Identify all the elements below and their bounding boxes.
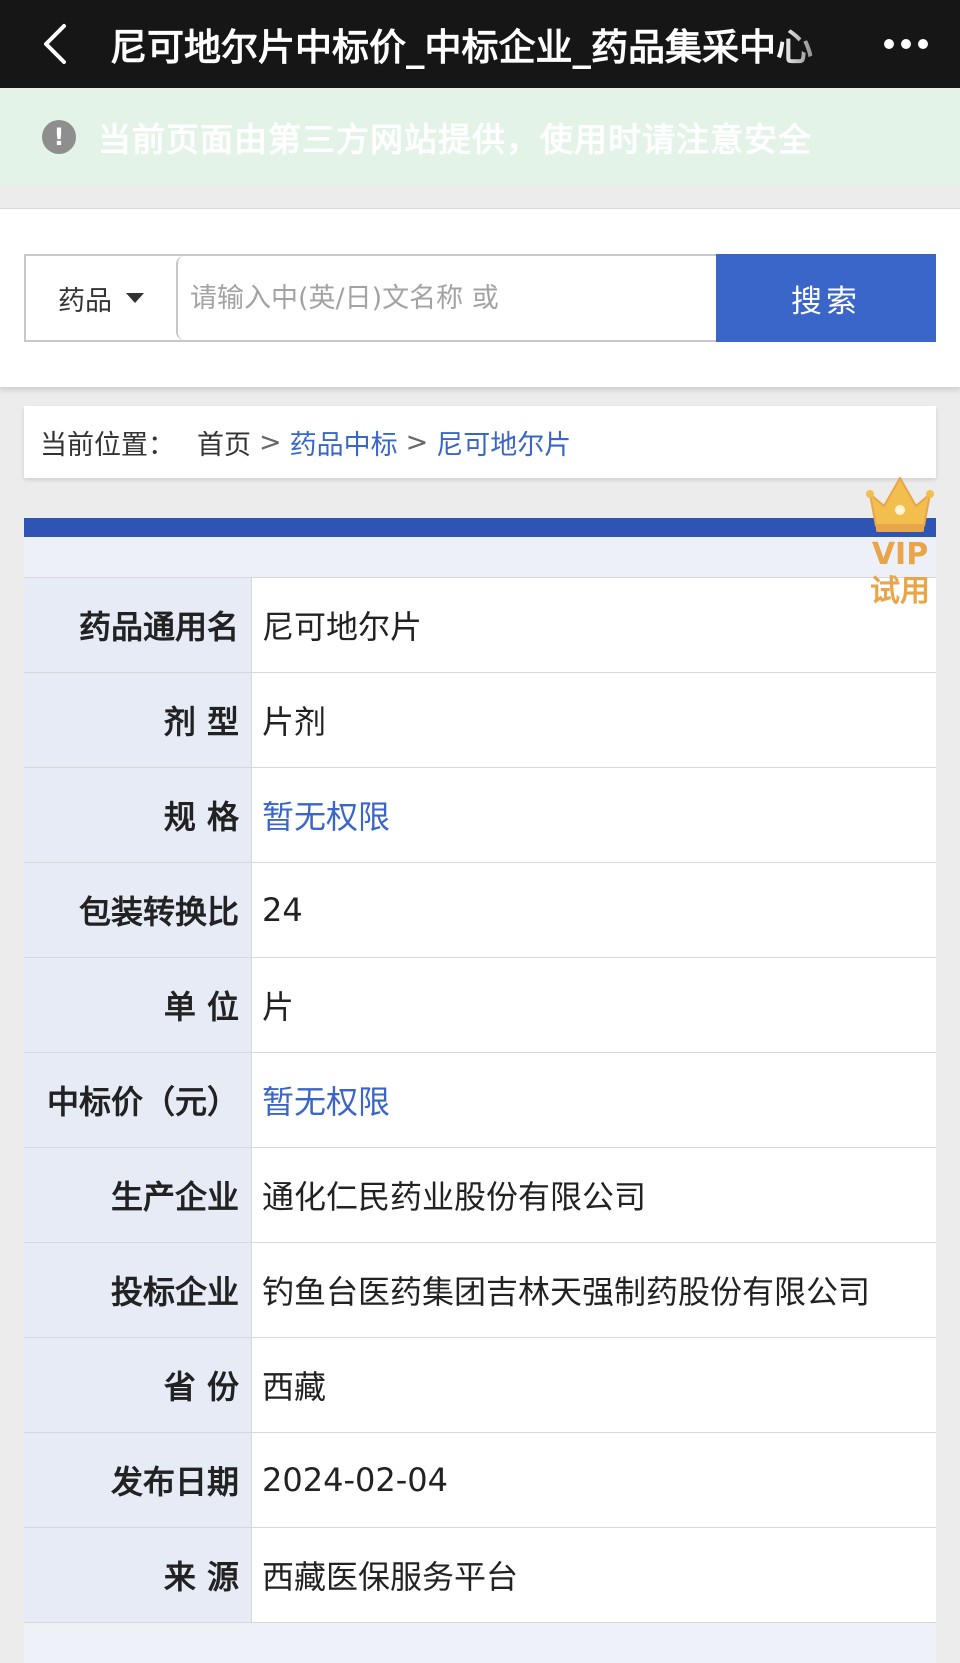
- back-button[interactable]: [0, 0, 110, 88]
- breadcrumb-separator: >: [259, 426, 282, 458]
- notice-text: 当前页面由第三方网站提供，使用时请注意安全: [98, 120, 812, 159]
- row-value: 2024-02-04: [252, 1433, 936, 1527]
- chevron-left-icon: [44, 24, 66, 64]
- crown-icon: [866, 477, 934, 532]
- table-row: 生产企业 通化仁民药业股份有限公司: [24, 1148, 936, 1243]
- row-value: 西藏医保服务平台: [252, 1528, 936, 1622]
- breadcrumb: 当前位置： 首页 > 药品中标 > 尼可地尔片: [24, 406, 936, 478]
- row-label: 药品通用名: [24, 578, 252, 672]
- top-bar: 尼可地尔片中标价_中标企业_药品集采中心: [0, 0, 960, 88]
- no-permission-link[interactable]: 暂无权限: [252, 768, 936, 862]
- drug-detail-table: 药品通用名 尼可地尔片 剂 型 片剂 规 格 暂无权限 包装转换比 24 单 位…: [24, 518, 936, 1663]
- row-label: 单 位: [24, 958, 252, 1052]
- table-row: 来 源 西藏医保服务平台: [24, 1528, 936, 1623]
- vip-trial-label: 试用: [870, 574, 930, 609]
- row-label: 规 格: [24, 768, 252, 862]
- row-value: 24: [252, 863, 936, 957]
- row-label: 发布日期: [24, 1433, 252, 1527]
- row-value: 尼可地尔片: [252, 578, 936, 672]
- row-value: 片剂: [252, 673, 936, 767]
- table-row: 发布日期 2024-02-04: [24, 1433, 936, 1528]
- caret-down-icon: [126, 293, 144, 303]
- row-label: 剂 型: [24, 673, 252, 767]
- table-row: 投标企业 钓鱼台医药集团吉林天强制药股份有限公司: [24, 1243, 936, 1338]
- more-dots-icon: [884, 39, 928, 49]
- row-label: 省 份: [24, 1338, 252, 1432]
- row-label: 投标企业: [24, 1243, 252, 1337]
- category-label: 药品: [58, 285, 112, 317]
- table-row: 剂 型 片剂: [24, 673, 936, 768]
- table-row: 包装转换比 24: [24, 863, 936, 958]
- table-accent-bar: [24, 518, 936, 537]
- no-permission-link[interactable]: 暂无权限: [252, 1053, 936, 1147]
- row-label: 生产企业: [24, 1148, 252, 1242]
- search-input[interactable]: [176, 256, 716, 340]
- row-value: 钓鱼台医药集团吉林天强制药股份有限公司: [252, 1243, 936, 1337]
- search-box: 药品 搜索: [24, 254, 936, 342]
- row-label: 来 源: [24, 1528, 252, 1622]
- breadcrumb-drug-bids[interactable]: 药品中标: [290, 423, 398, 462]
- more-button[interactable]: [852, 0, 960, 88]
- row-label: 包装转换比: [24, 863, 252, 957]
- row-label: 中标价（元）: [24, 1053, 252, 1147]
- breadcrumb-label: 当前位置：: [40, 429, 175, 461]
- breadcrumb-home[interactable]: 首页: [197, 423, 251, 462]
- row-value: 西藏: [252, 1338, 936, 1432]
- breadcrumb-current[interactable]: 尼可地尔片: [436, 423, 571, 462]
- table-footer: [24, 1623, 936, 1663]
- breadcrumb-separator: >: [405, 426, 429, 458]
- alert-circle-icon: !: [42, 120, 76, 154]
- table-row: 药品通用名 尼可地尔片: [24, 578, 936, 673]
- page-title: 尼可地尔片中标价_中标企业_药品集采中心: [110, 26, 813, 69]
- search-panel: 药品 搜索: [0, 208, 960, 388]
- vip-label: VIP: [871, 537, 929, 572]
- category-select[interactable]: 药品: [26, 256, 176, 340]
- table-row: 单 位 片: [24, 958, 936, 1053]
- table-row: 中标价（元） 暂无权限: [24, 1053, 936, 1148]
- table-header-gap: [24, 537, 936, 578]
- search-button[interactable]: 搜索: [716, 254, 936, 342]
- table-row: 规 格 暂无权限: [24, 768, 936, 863]
- vip-trial-badge[interactable]: VIP 试用: [860, 472, 940, 622]
- row-value: 通化仁民药业股份有限公司: [252, 1148, 936, 1242]
- row-value: 片: [252, 958, 936, 1052]
- security-notice: ! 当前页面由第三方网站提供，使用时请注意安全: [0, 88, 960, 186]
- table-row: 省 份 西藏: [24, 1338, 936, 1433]
